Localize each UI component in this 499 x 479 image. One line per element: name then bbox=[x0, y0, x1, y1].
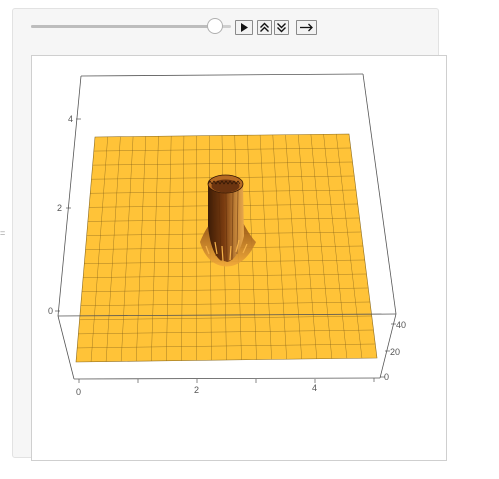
slower-button[interactable] bbox=[274, 20, 289, 35]
equals-label: = bbox=[0, 228, 6, 238]
slider-thumb[interactable] bbox=[207, 18, 223, 34]
direction-button[interactable] bbox=[296, 20, 317, 35]
y-tick-label: 20 bbox=[390, 347, 400, 357]
double-chevron-down-icon bbox=[277, 23, 286, 33]
right-arrow-icon bbox=[300, 23, 313, 32]
manipulate-panel: 4 2 0 0 2 4 0 20 40 bbox=[12, 8, 447, 461]
y-tick-label: 40 bbox=[396, 320, 406, 330]
x-tick-label: 2 bbox=[194, 385, 199, 395]
z-tick-label: 2 bbox=[57, 203, 62, 213]
y-tick-label: 0 bbox=[384, 372, 389, 382]
faster-button[interactable] bbox=[257, 20, 272, 35]
play-button[interactable] bbox=[235, 20, 253, 35]
double-chevron-up-icon bbox=[260, 22, 269, 32]
play-icon bbox=[241, 23, 248, 32]
time-slider[interactable] bbox=[31, 25, 231, 28]
z-tick-label: 0 bbox=[48, 306, 53, 316]
plot-3d-graphic: 4 2 0 0 2 4 0 20 40 bbox=[48, 73, 406, 397]
plot-3d[interactable]: 4 2 0 0 2 4 0 20 40 bbox=[31, 55, 447, 461]
x-tick-label: 0 bbox=[76, 387, 81, 397]
z-tick-label: 4 bbox=[68, 114, 73, 124]
slider-fill bbox=[31, 25, 215, 28]
x-tick-label: 4 bbox=[312, 383, 317, 393]
